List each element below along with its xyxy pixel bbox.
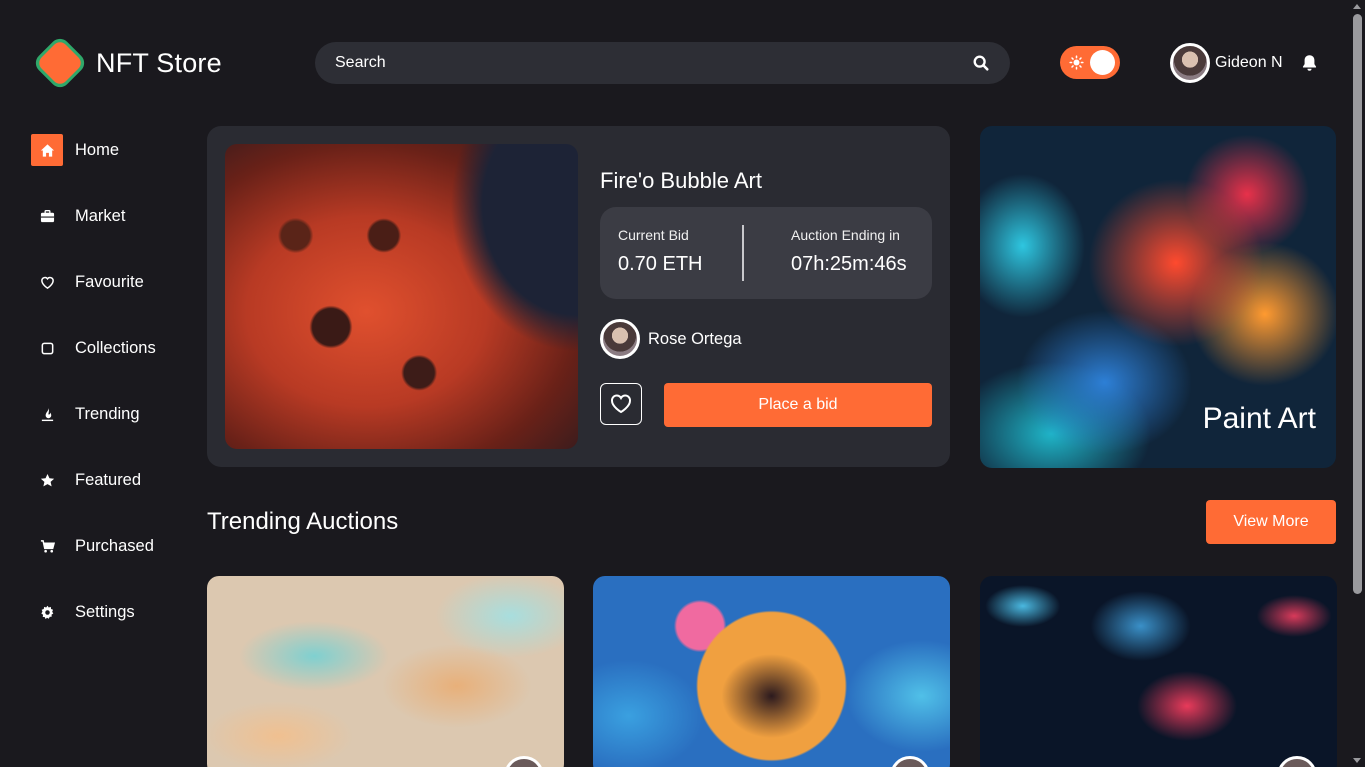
search-icon[interactable]	[972, 54, 990, 72]
sidebar-item-label: Collections	[75, 338, 156, 357]
home-icon	[31, 134, 63, 166]
user-name: Gideon N	[1215, 54, 1283, 71]
briefcase-icon	[31, 200, 63, 232]
sidebar-nav: Home Market Favourite Collections Trendi…	[31, 134, 156, 662]
auction-ending-label: Auction Ending in	[791, 227, 900, 243]
star-icon	[31, 464, 63, 496]
logo-text: NFT Store	[96, 47, 222, 78]
view-more-button[interactable]: View More	[1206, 500, 1336, 544]
current-bid-value: 0.70 ETH	[618, 253, 703, 275]
sidebar-item-collections[interactable]: Collections	[31, 332, 156, 364]
sidebar-item-trending[interactable]: Trending	[31, 398, 156, 430]
flame-icon	[31, 398, 63, 430]
gear-icon	[31, 596, 63, 628]
bid-info-box: Current Bid 0.70 ETH Auction Ending in 0…	[600, 207, 932, 299]
trending-card[interactable]	[980, 576, 1337, 767]
cart-icon	[31, 530, 63, 562]
scroll-up-arrow-icon[interactable]	[1353, 4, 1361, 9]
paint-art-label: Paint Art	[1202, 402, 1316, 435]
featured-artwork-image[interactable]	[225, 144, 578, 449]
sidebar-item-label: Market	[75, 206, 126, 225]
featured-auction-card: Fire'o Bubble Art Current Bid 0.70 ETH A…	[207, 126, 950, 467]
avatar	[890, 756, 930, 767]
search-bar[interactable]	[315, 42, 1010, 84]
sidebar-item-label: Home	[75, 140, 120, 159]
logo-mark-icon	[31, 34, 89, 92]
avatar	[1277, 756, 1317, 767]
theme-toggle[interactable]	[1060, 46, 1120, 79]
user-menu[interactable]: Gideon N	[1170, 43, 1283, 83]
heart-icon	[611, 394, 631, 414]
avatar	[1170, 43, 1210, 83]
sidebar-item-home[interactable]: Home	[31, 134, 156, 166]
heart-icon	[31, 266, 63, 298]
sidebar-item-label: Favourite	[75, 272, 144, 291]
auction-countdown: 07h:25m:46s	[791, 253, 907, 275]
scroll-thumb[interactable]	[1353, 14, 1362, 594]
sidebar-item-label: Trending	[75, 404, 140, 423]
bell-icon[interactable]	[1301, 54, 1318, 72]
favourite-button[interactable]	[600, 383, 642, 425]
sidebar-item-market[interactable]: Market	[31, 200, 156, 232]
sun-icon	[1069, 55, 1084, 70]
sidebar-item-featured[interactable]: Featured	[31, 464, 156, 496]
sidebar-item-label: Purchased	[75, 536, 154, 555]
current-bid-label: Current Bid	[618, 227, 689, 243]
avatar	[504, 756, 544, 767]
sidebar-item-label: Featured	[75, 470, 142, 489]
owner-avatar	[600, 319, 640, 359]
sidebar-item-label: Settings	[75, 602, 135, 621]
trending-card[interactable]	[593, 576, 950, 767]
toggle-knob	[1090, 50, 1115, 75]
artwork-title: Fire'o Bubble Art	[600, 168, 762, 193]
square-icon	[31, 332, 63, 364]
trending-card[interactable]	[207, 576, 564, 767]
paint-art-card[interactable]: Paint Art	[980, 126, 1336, 468]
sidebar-item-favourite[interactable]: Favourite	[31, 266, 156, 298]
owner-info[interactable]: Rose Ortega	[600, 319, 742, 359]
sidebar-item-purchased[interactable]: Purchased	[31, 530, 156, 562]
scroll-down-arrow-icon[interactable]	[1353, 758, 1361, 763]
search-input[interactable]	[335, 54, 972, 72]
section-title: Trending Auctions	[207, 508, 399, 535]
place-bid-button[interactable]: Place a bid	[664, 383, 932, 427]
divider	[742, 225, 744, 281]
sidebar-item-settings[interactable]: Settings	[31, 596, 156, 628]
scrollbar[interactable]	[1350, 0, 1365, 767]
logo[interactable]: NFT Store	[31, 34, 222, 92]
owner-name: Rose Ortega	[648, 329, 742, 348]
